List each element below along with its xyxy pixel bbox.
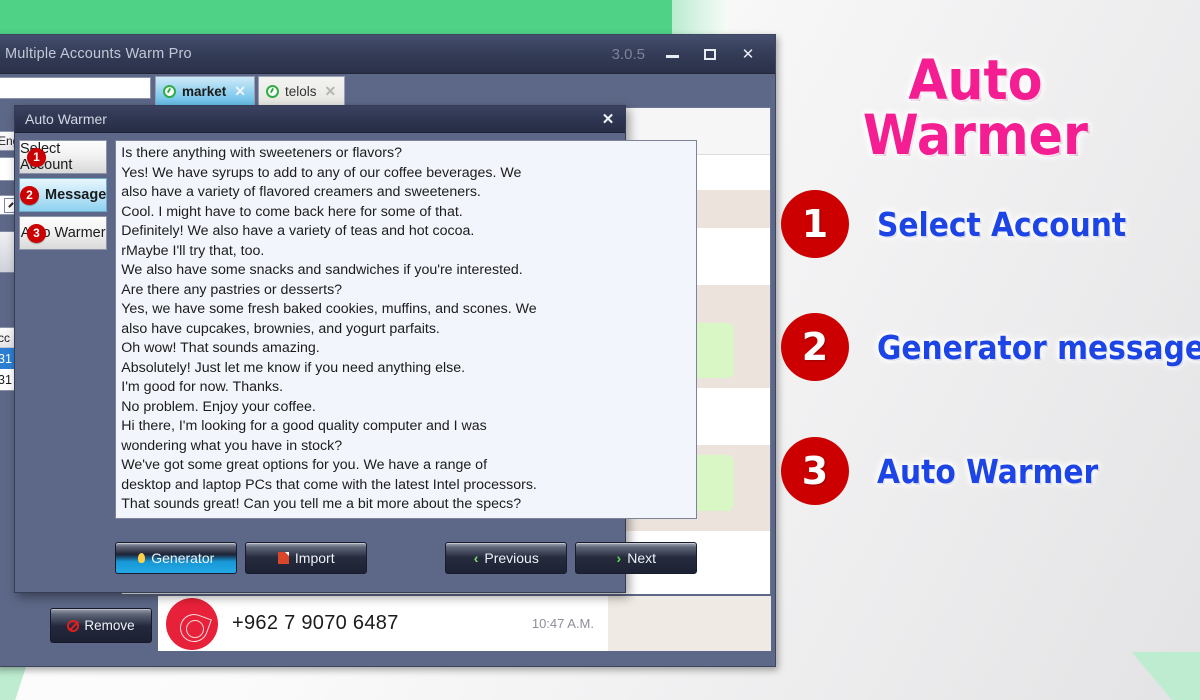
dialog-step-sidebar: 1 Select Account 2 Message 3 Auto Warmer xyxy=(15,133,111,593)
previous-button-label: Previous xyxy=(484,550,539,566)
message-line: We've got some great options for you. We… xyxy=(121,457,488,473)
top-green-bar xyxy=(0,0,672,34)
dialog-button-row: Generator Import ‹ Previous › Next xyxy=(115,519,698,585)
import-button-label: Import xyxy=(294,550,335,566)
chevron-left-icon: ‹ xyxy=(473,550,479,566)
annotation-panel: Auto Warmer 1 Select Account 2 Generator… xyxy=(776,0,1200,700)
message-line: That sounds great! Can you tell me a bit… xyxy=(121,496,522,512)
contact-row-right-pad xyxy=(608,596,771,651)
contact-phone-number: +962 7 9070 6487 xyxy=(232,612,399,634)
tab-close-icon[interactable]: ✕ xyxy=(325,83,337,100)
step-badge-2: 2 xyxy=(20,185,39,205)
annotation-step-3: 3 Auto Warmer xyxy=(781,437,1123,505)
tab-close-icon[interactable]: ✕ xyxy=(234,83,246,100)
message-line: Cool. I might have to come back here for… xyxy=(121,203,463,220)
sidebar-item-message[interactable]: 2 Message xyxy=(19,178,108,212)
annotation-badge-1: 1 xyxy=(781,190,849,258)
step-badge-1: 1 xyxy=(27,147,46,167)
message-line: desktop and laptop PCs that come with th… xyxy=(121,476,537,493)
annotation-label-2: Generator message xyxy=(877,327,1200,367)
message-line: Hi there, I'm looking for a good quality… xyxy=(121,418,487,434)
message-line: No problem. Enjoy your coffee. xyxy=(121,398,316,415)
maximize-button[interactable] xyxy=(699,47,721,62)
annotation-step-1: 1 Select Account xyxy=(781,190,1154,258)
tab-telols[interactable]: telols ✕ xyxy=(258,76,346,106)
message-line: wondering what you have in stock? xyxy=(121,437,343,454)
import-button[interactable]: Import xyxy=(245,542,368,574)
generator-button[interactable]: Generator xyxy=(115,542,238,574)
annotation-badge-3: 3 xyxy=(781,437,849,505)
chevron-right-icon: › xyxy=(616,550,622,566)
sidebar-item-select-account[interactable]: 1 Select Account xyxy=(19,140,108,174)
tab-label: telols xyxy=(285,84,317,99)
sidebar-item-auto-warmer[interactable]: 3 Auto Warmer xyxy=(19,216,108,250)
message-line: Yes, we have some fresh baked cookies, m… xyxy=(121,301,537,317)
next-button-label: Next xyxy=(627,550,656,566)
previous-button[interactable]: ‹ Previous xyxy=(445,542,568,574)
next-button[interactable]: › Next xyxy=(575,542,698,574)
whatsapp-status-icon xyxy=(163,85,176,98)
message-line: Absolutely! Just let me know if you need… xyxy=(121,359,466,376)
maximize-icon xyxy=(704,49,716,61)
import-file-icon xyxy=(277,552,289,564)
message-line: I'm good for now. Thanks. xyxy=(121,379,284,395)
message-line: Oh wow! That sounds amazing. xyxy=(121,340,320,356)
message-textarea[interactable]: Is there anything with sweeteners or fla… xyxy=(115,140,698,519)
minimize-icon xyxy=(665,54,679,58)
contact-row[interactable]: +962 7 9070 6487 10:47 A.M. xyxy=(158,596,608,651)
app-title-bar: Multiple Accounts Warm Pro 3.0.5 ✕ xyxy=(0,35,775,74)
message-line: Are there any pastries or desserts? xyxy=(121,281,343,298)
lightbulb-icon xyxy=(138,553,146,563)
dialog-body: 1 Select Account 2 Message 3 Auto Warmer… xyxy=(15,133,698,593)
annotation-title: Auto Warmer xyxy=(862,48,1088,167)
annotation-label-1: Select Account xyxy=(877,204,1127,244)
dialog-title: Auto Warmer xyxy=(25,111,107,127)
dialog-close-button[interactable]: ✕ xyxy=(591,110,625,128)
dialog-right-column: Is there anything with sweeteners or fla… xyxy=(111,133,705,593)
message-line: Yes! We have syrups to add to any of our… xyxy=(121,164,522,181)
auto-warmer-dialog: Auto Warmer ✕ 1 Select Account 2 Message… xyxy=(14,105,698,593)
minimize-button[interactable] xyxy=(661,47,683,62)
account-tabs: market ✕ telols ✕ xyxy=(155,76,346,106)
remove-button-label: Remove xyxy=(84,618,135,633)
tab-strip: market ✕ telols ✕ xyxy=(0,74,775,108)
annotation-badge-2: 2 xyxy=(781,313,849,381)
message-line: Is there anything with sweeteners or fla… xyxy=(121,145,403,161)
flower-center-icon xyxy=(186,619,204,638)
sidebar-item-label: Message xyxy=(45,187,107,203)
dialog-title-bar: Auto Warmer ✕ xyxy=(15,106,625,133)
remove-button[interactable]: Remove xyxy=(50,608,152,643)
tab-label: market xyxy=(182,84,227,99)
close-button[interactable]: ✕ xyxy=(737,47,759,62)
message-line: Definitely! We also have a variety of te… xyxy=(121,223,475,239)
message-line: We also have some snacks and sandwiches … xyxy=(121,262,523,278)
message-line: also have cupcakes, brownies, and yogurt… xyxy=(121,320,440,337)
whatsapp-status-icon xyxy=(266,85,280,98)
top-green-fade xyxy=(672,0,728,34)
message-line: rMaybe I'll try that, too. xyxy=(121,242,265,259)
contact-timestamp: 10:47 A.M. xyxy=(531,616,594,631)
top-left-input[interactable] xyxy=(0,77,151,99)
contact-avatar xyxy=(166,597,218,650)
generator-button-label: Generator xyxy=(151,550,215,566)
app-bottom-bar: Remove +962 7 9070 6487 10:47 A.M. xyxy=(0,594,775,666)
annotation-label-3: Auto Warmer xyxy=(877,451,1099,491)
step-badge-3: 3 xyxy=(27,223,46,243)
annotation-step-2: 2 Generator message xyxy=(781,313,1200,381)
window-controls: 3.0.5 ✕ xyxy=(612,46,775,63)
ban-icon xyxy=(67,619,80,632)
message-line: also have a variety of flavored creamers… xyxy=(121,184,481,200)
app-title: Multiple Accounts Warm Pro xyxy=(5,46,192,62)
app-version-label: 3.0.5 xyxy=(611,45,645,63)
tab-market[interactable]: market ✕ xyxy=(155,76,256,106)
